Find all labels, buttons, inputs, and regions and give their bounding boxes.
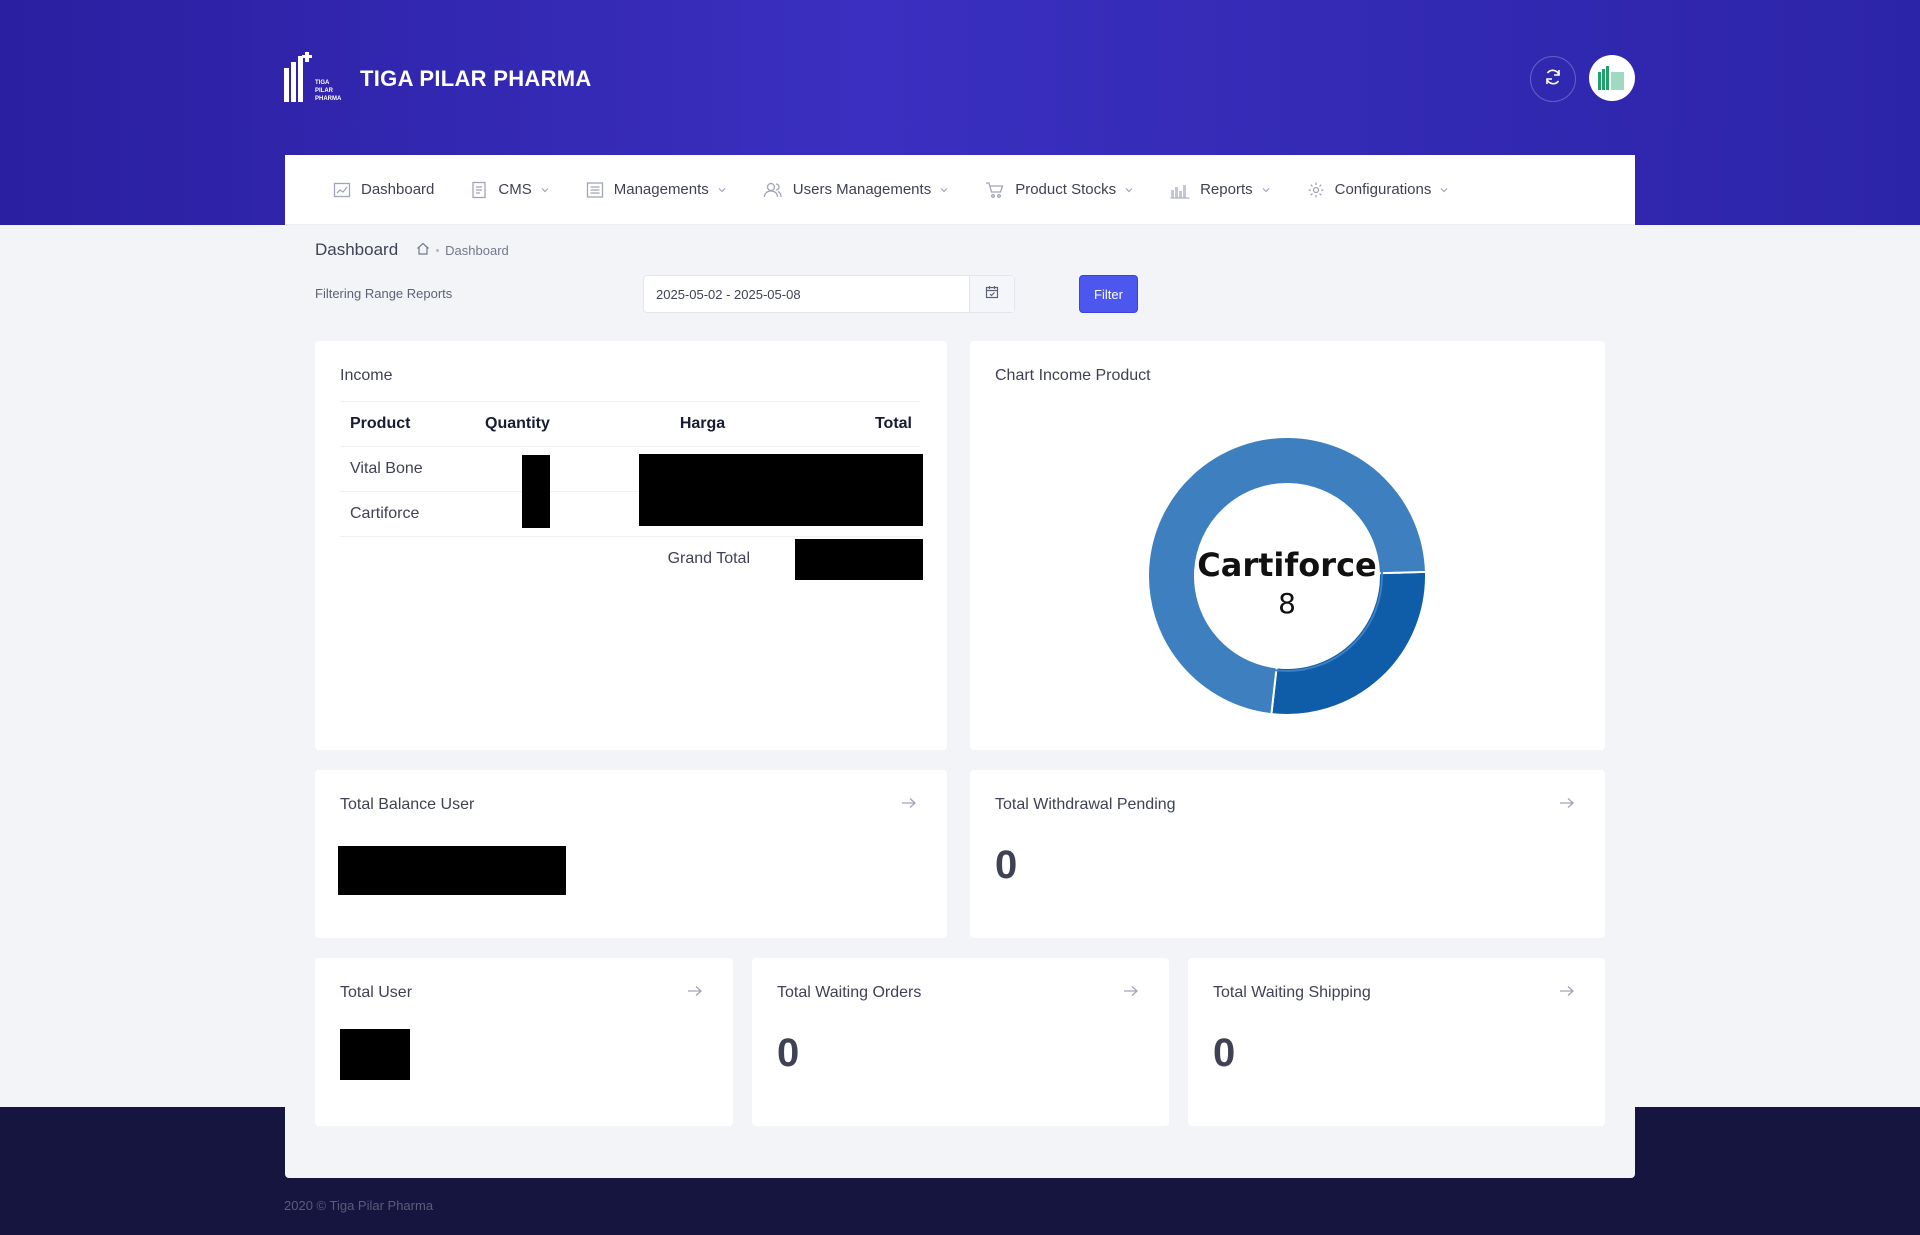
product-cell: Vital Bone xyxy=(340,446,485,492)
page-title: Dashboard xyxy=(315,240,399,259)
chevron-down-icon xyxy=(540,185,550,195)
avatar-logo-icon xyxy=(1598,66,1624,90)
nav-label: Reports xyxy=(1200,181,1253,198)
card-title: Total Withdrawal Pending xyxy=(995,796,1176,813)
chevron-down-icon xyxy=(1439,185,1449,195)
breadcrumb-separator xyxy=(436,248,440,252)
grand-total-label: Grand Total xyxy=(667,550,750,568)
brand[interactable]: TIGA PILAR PHARMA TIGA PILAR PHARMA xyxy=(284,52,592,106)
nav-item-product-stocks[interactable]: Product Stocks xyxy=(985,181,1134,199)
stat-value: 0 xyxy=(777,1031,800,1075)
donut-center-label: Cartiforce xyxy=(1197,546,1376,584)
filter-button[interactable]: Filter xyxy=(1079,275,1138,313)
income-card: Income Product Quantity Harga Total Vita… xyxy=(315,341,947,750)
nav-item-reports[interactable]: Reports xyxy=(1170,181,1271,199)
card-title: Income xyxy=(340,367,393,384)
arrow-right-icon[interactable] xyxy=(1559,796,1575,814)
stat-value: 0 xyxy=(995,843,1018,887)
arrow-right-icon[interactable] xyxy=(687,984,703,1002)
product-cell: Cartiforce xyxy=(340,491,485,537)
nav-item-managements[interactable]: Managements xyxy=(586,181,727,199)
document-icon xyxy=(470,181,488,199)
breadcrumb: Dashboard xyxy=(416,242,509,258)
chevron-down-icon xyxy=(1261,185,1271,195)
refresh-button[interactable] xyxy=(1530,56,1576,102)
chevron-down-icon xyxy=(1124,185,1134,195)
nav-item-cms[interactable]: CMS xyxy=(470,181,549,199)
breadcrumb-item[interactable]: Dashboard xyxy=(445,243,509,258)
table-header-row: Product Quantity Harga Total xyxy=(340,401,920,447)
card-title: Total Waiting Orders xyxy=(777,984,922,1001)
total-withdrawal-pending-card[interactable]: Total Withdrawal Pending 0 xyxy=(970,770,1605,938)
gear-icon xyxy=(1307,181,1325,199)
svg-text:PILAR: PILAR xyxy=(315,88,334,94)
footer-copyright: 2020 © Tiga Pilar Pharma xyxy=(284,1198,434,1213)
redacted-values xyxy=(639,454,923,526)
avatar[interactable] xyxy=(1589,55,1635,101)
list-icon xyxy=(586,181,604,199)
svg-text:PHARMA: PHARMA xyxy=(315,96,342,102)
nav-label: Configurations xyxy=(1334,181,1432,198)
stat-value: 0 xyxy=(1213,1031,1236,1075)
cart-icon xyxy=(985,181,1005,199)
home-icon[interactable] xyxy=(416,242,430,258)
chart-icon xyxy=(333,181,351,199)
redacted-user-count xyxy=(340,1029,410,1080)
card-title: Chart Income Product xyxy=(995,367,1151,384)
nav-item-dashboard[interactable]: Dashboard xyxy=(333,181,434,199)
total-balance-user-card[interactable]: Total Balance User xyxy=(315,770,947,938)
brand-name: TIGA PILAR PHARMA xyxy=(360,66,592,91)
calendar-button[interactable] xyxy=(969,276,1014,312)
nav-label: Users Managements xyxy=(792,181,932,198)
nav-label: Managements xyxy=(613,181,709,198)
users-icon xyxy=(763,181,783,199)
filter-label: Filtering Range Reports xyxy=(315,286,453,301)
chart-card: Chart Income Product Cartiforce 8 xyxy=(970,341,1605,750)
card-title: Total Waiting Shipping xyxy=(1213,984,1371,1001)
donut-chart: Cartiforce 8 xyxy=(1147,436,1427,716)
redacted-balance xyxy=(338,846,566,895)
calendar-icon xyxy=(985,285,999,304)
column-header: Harga xyxy=(625,401,780,447)
main-nav: Dashboard CMS Managements Users Manageme… xyxy=(285,155,1635,225)
arrow-right-icon[interactable] xyxy=(901,796,917,814)
arrow-right-icon[interactable] xyxy=(1123,984,1139,1002)
chevron-down-icon xyxy=(717,185,727,195)
redacted-grand-total xyxy=(795,539,923,580)
nav-label: Dashboard xyxy=(361,181,435,198)
bar-chart-icon xyxy=(1170,181,1190,199)
nav-item-configurations[interactable]: Configurations xyxy=(1307,181,1450,199)
brand-logo: TIGA PILAR PHARMA xyxy=(284,52,350,106)
subheader: Dashboard Dashboard xyxy=(315,240,509,260)
svg-text:TIGA: TIGA xyxy=(315,80,330,86)
nav-item-users-managements[interactable]: Users Managements xyxy=(763,181,949,199)
main-container: Dashboard CMS Managements Users Manageme… xyxy=(285,155,1635,1178)
card-title: Total User xyxy=(340,984,413,1001)
redacted-quantity xyxy=(522,455,550,528)
column-header: Total xyxy=(780,401,920,447)
date-range-input[interactable] xyxy=(644,276,969,312)
donut-center-value: 8 xyxy=(1278,587,1296,620)
total-user-card[interactable]: Total User xyxy=(315,958,733,1126)
nav-label: Product Stocks xyxy=(1015,181,1117,198)
column-header: Quantity xyxy=(485,401,625,447)
column-header: Product xyxy=(340,401,485,447)
date-range-field[interactable] xyxy=(643,275,1015,313)
refresh-icon xyxy=(1543,67,1563,92)
arrow-right-icon[interactable] xyxy=(1559,984,1575,1002)
total-waiting-shipping-card[interactable]: Total Waiting Shipping 0 xyxy=(1188,958,1605,1126)
card-title: Total Balance User xyxy=(340,796,475,813)
nav-label: CMS xyxy=(498,181,532,198)
chevron-down-icon xyxy=(939,185,949,195)
total-waiting-orders-card[interactable]: Total Waiting Orders 0 xyxy=(752,958,1169,1126)
